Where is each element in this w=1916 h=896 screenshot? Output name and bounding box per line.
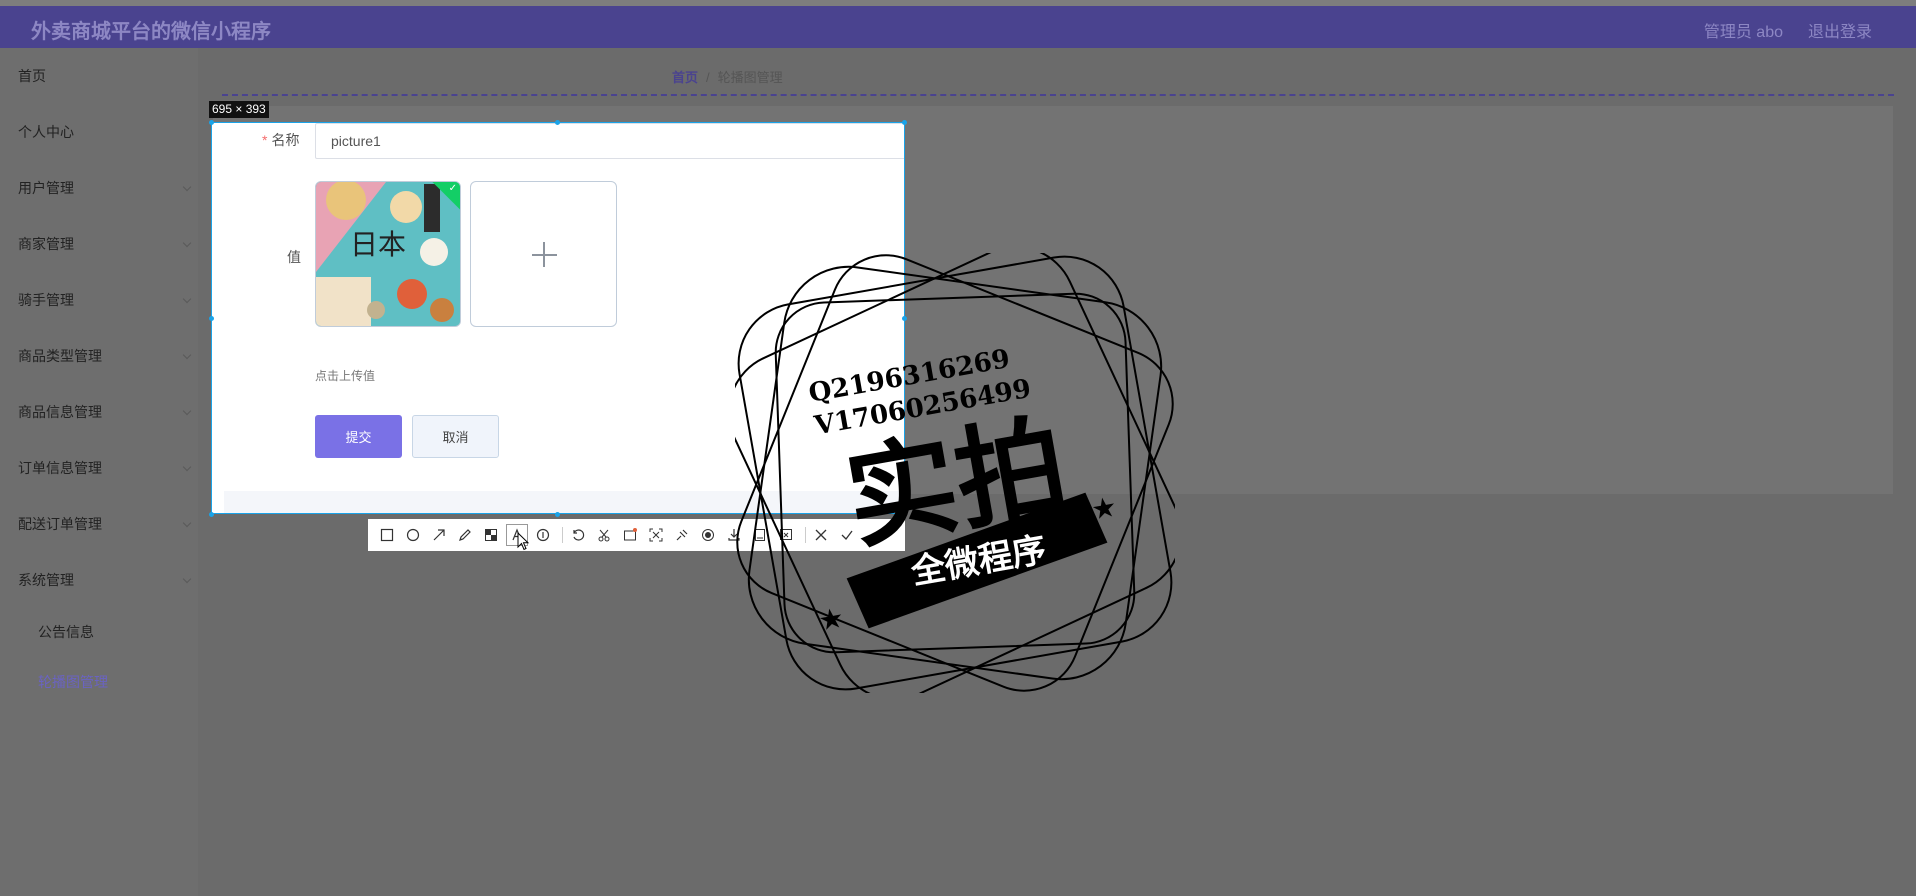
upload-button[interactable] — [470, 181, 617, 327]
sidebar-subitem-notices[interactable]: 公告信息 — [38, 622, 94, 642]
sidebar-item-product-types[interactable]: 商品类型管理 — [18, 346, 102, 366]
chevron-down-icon — [182, 294, 192, 304]
chevron-up-icon — [182, 574, 192, 584]
capture-size-badge: 695 × 393 — [209, 101, 269, 118]
chevron-down-icon — [182, 406, 192, 416]
sidebar: 首页 个人中心 用户管理 商家管理 骑手管理 商品类型管理 商品信息管理 订单信… — [0, 48, 198, 896]
svg-text:★: ★ — [1089, 490, 1119, 527]
resize-handle-tr[interactable] — [902, 120, 907, 125]
arrow-icon[interactable] — [428, 524, 450, 546]
chevron-down-icon — [182, 182, 192, 192]
chevron-down-icon — [182, 518, 192, 528]
sidebar-item-users[interactable]: 用户管理 — [18, 178, 74, 198]
svg-text:★: ★ — [816, 601, 846, 638]
name-label-text: 名称 — [271, 132, 300, 148]
ellipse-icon[interactable] — [402, 524, 424, 546]
resize-handle-bl[interactable] — [209, 512, 214, 517]
breadcrumb-home[interactable]: 首页 — [672, 70, 698, 85]
chevron-down-icon — [182, 350, 192, 360]
number-icon[interactable] — [532, 524, 554, 546]
scissors-icon[interactable] — [593, 524, 615, 546]
uploaded-image-thumbnail[interactable]: 日本 ✓ — [315, 181, 461, 327]
chevron-down-icon — [182, 462, 192, 472]
sidebar-item-orders[interactable]: 订单信息管理 — [18, 458, 102, 478]
sidebar-subitem-carousel[interactable]: 轮播图管理 — [38, 672, 108, 692]
breadcrumb: 首页 / 轮播图管理 — [672, 67, 783, 86]
pencil-icon[interactable] — [454, 524, 476, 546]
ocr-icon[interactable] — [619, 524, 641, 546]
user-label: 管理员 abo — [1703, 24, 1783, 41]
resize-handle-l[interactable] — [209, 316, 214, 321]
toolbar-separator — [562, 527, 563, 543]
sidebar-item-deliveries[interactable]: 配送订单管理 — [18, 514, 102, 534]
breadcrumb-divider — [222, 94, 1894, 96]
sidebar-item-personal-center[interactable]: 个人中心 — [18, 122, 74, 142]
resize-handle-b[interactable] — [555, 512, 560, 517]
name-input[interactable] — [315, 123, 904, 159]
name-label: * 名称 — [262, 130, 299, 150]
plus-icon-vertical — [543, 242, 545, 267]
resize-handle-t[interactable] — [555, 120, 560, 125]
mouse-cursor-icon — [517, 532, 530, 551]
undo-icon[interactable] — [567, 524, 589, 546]
sidebar-item-riders[interactable]: 骑手管理 — [18, 290, 74, 310]
upload-hint: 点击上传值 — [315, 369, 376, 383]
breadcrumb-separator: / — [706, 70, 710, 85]
watermark-stamp: Q2196316269 V17060256499 实拍 全微程序 ★ ★ — [735, 253, 1175, 693]
cancel-button[interactable]: 取消 — [412, 415, 499, 458]
resize-handle-tl[interactable] — [209, 120, 214, 125]
logout-link[interactable]: 退出登录 — [1808, 18, 1872, 42]
rectangle-icon[interactable] — [376, 524, 398, 546]
sidebar-item-merchants[interactable]: 商家管理 — [18, 234, 74, 254]
value-label: 值 — [287, 249, 301, 265]
sidebar-item-system[interactable]: 系统管理 — [18, 570, 74, 590]
breadcrumb-current: 轮播图管理 — [717, 70, 783, 85]
pin-icon[interactable] — [671, 524, 693, 546]
record-icon[interactable] — [697, 524, 719, 546]
food-image: 日本 — [316, 182, 460, 326]
chevron-down-icon — [182, 238, 192, 248]
thumbnail-text: 日本 — [350, 228, 406, 261]
sidebar-item-home[interactable]: 首页 — [18, 66, 46, 86]
check-icon: ✓ — [448, 183, 457, 194]
required-mark: * — [262, 132, 268, 148]
scan-icon[interactable] — [645, 524, 667, 546]
sidebar-item-products[interactable]: 商品信息管理 — [18, 402, 102, 422]
top-header: 外卖商城平台的微信小程序 管理员 abo 退出登录 — [0, 6, 1916, 48]
app-title: 外卖商城平台的微信小程序 — [31, 21, 271, 43]
mosaic-icon[interactable] — [480, 524, 502, 546]
submit-button[interactable]: 提交 — [315, 415, 402, 458]
